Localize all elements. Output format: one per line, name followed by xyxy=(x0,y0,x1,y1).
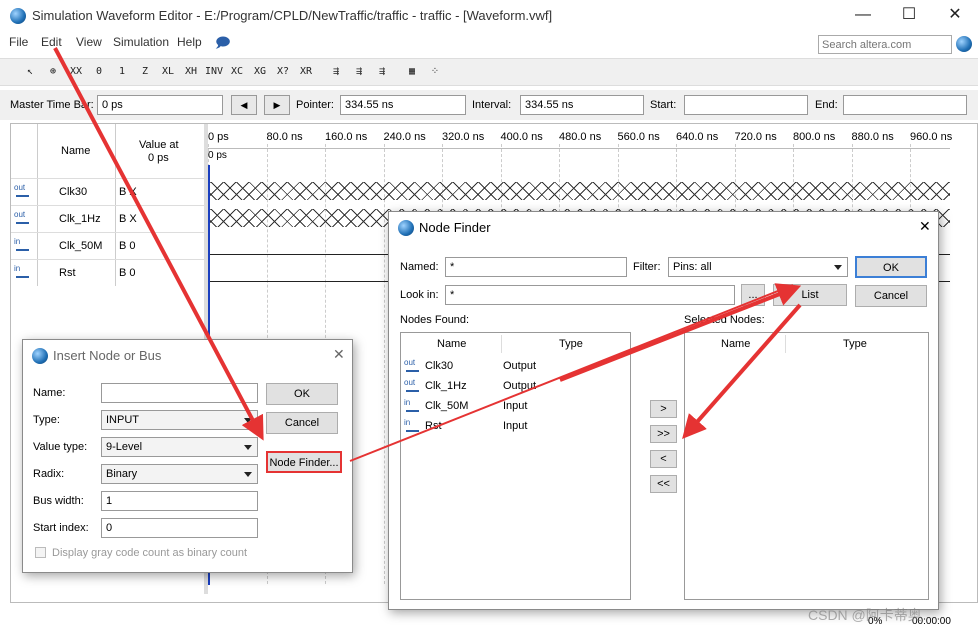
arrow-to-list xyxy=(559,283,802,382)
annotation-arrows xyxy=(53,47,802,462)
arrow-node-finder-to-list xyxy=(349,284,794,462)
arrow-edit-to-node-finder xyxy=(53,47,264,441)
